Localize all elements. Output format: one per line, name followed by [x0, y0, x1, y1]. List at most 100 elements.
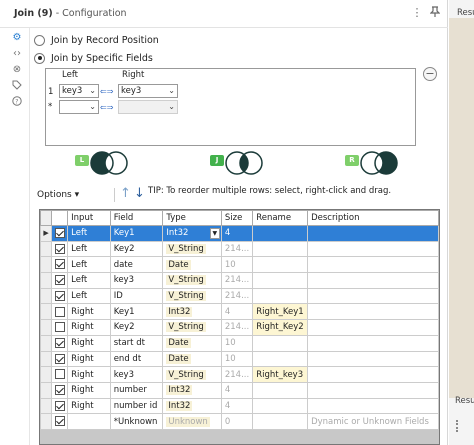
select-checkbox-cell[interactable]	[51, 397, 69, 415]
type-cell[interactable]: Int32	[162, 303, 222, 321]
select-checkbox[interactable]	[54, 322, 65, 333]
more-options-icon[interactable]: ⋮	[410, 6, 424, 20]
type-cell[interactable]: V_String	[162, 366, 222, 383]
row-pointer[interactable]	[40, 303, 53, 321]
column-header[interactable]: Size	[220, 210, 254, 226]
column-header[interactable]: Rename	[252, 210, 309, 226]
tag-icon[interactable]	[11, 80, 23, 92]
type-cell[interactable]: V_String	[162, 287, 222, 305]
select-checkbox-cell[interactable]	[51, 319, 69, 336]
description-cell[interactable]	[307, 272, 439, 289]
table-row[interactable]: Right number Int32 4	[40, 381, 439, 399]
size-cell[interactable]: 214...	[220, 319, 254, 336]
table-row[interactable]: Right Key1 Int32 4 Right_Key1	[40, 303, 439, 321]
select-checkbox[interactable]	[54, 290, 65, 301]
rename-cell[interactable]	[252, 397, 309, 415]
join-by-fields-radio[interactable]: Join by Specific Fields	[34, 51, 153, 65]
rename-cell[interactable]: Right_key3	[252, 366, 309, 383]
select-checkbox-cell[interactable]	[51, 366, 69, 383]
radio-indicator[interactable]	[34, 34, 45, 46]
rename-cell[interactable]	[252, 334, 309, 352]
row-pointer[interactable]	[40, 256, 53, 274]
select-checkbox[interactable]	[54, 275, 65, 286]
type-cell[interactable]: Int32	[162, 397, 222, 415]
description-cell[interactable]	[307, 334, 439, 352]
rename-cell[interactable]	[252, 240, 309, 258]
size-cell[interactable]: 10	[220, 350, 254, 368]
row-pointer[interactable]	[40, 413, 53, 430]
select-checkbox-cell[interactable]	[51, 381, 69, 399]
select-checkbox-cell[interactable]	[51, 334, 69, 352]
size-cell[interactable]: 4	[220, 381, 254, 399]
table-row[interactable]: Right start dt Date 10	[40, 334, 439, 352]
description-cell[interactable]	[307, 256, 439, 274]
type-cell[interactable]: Date	[162, 334, 222, 352]
pin-icon[interactable]	[428, 6, 442, 20]
row-pointer[interactable]	[40, 240, 53, 258]
select-checkbox[interactable]	[54, 369, 65, 380]
rename-cell[interactable]: Right_Key2	[252, 319, 309, 336]
description-cell[interactable]	[307, 225, 439, 242]
column-header[interactable]: Input	[67, 210, 111, 226]
rename-cell[interactable]	[252, 272, 309, 289]
table-row[interactable]: ▶ Left Key1 Int32 ▼ 4	[40, 225, 439, 242]
select-checkbox-cell[interactable]	[51, 256, 69, 274]
description-cell[interactable]	[307, 366, 439, 383]
table-row[interactable]: Right number id Int32 4	[40, 397, 439, 415]
select-checkbox-cell[interactable]	[51, 272, 69, 289]
size-cell[interactable]: 4	[220, 397, 254, 415]
size-cell[interactable]: 214...	[220, 272, 254, 289]
size-cell[interactable]: 214...	[220, 366, 254, 383]
select-checkbox[interactable]	[54, 228, 65, 239]
column-header[interactable]: Description	[307, 210, 439, 226]
join-left-select[interactable]: key3 ⌄	[59, 84, 99, 98]
rename-cell[interactable]	[252, 413, 309, 430]
description-cell[interactable]	[307, 303, 439, 321]
column-header[interactable]: Field	[109, 210, 164, 226]
code-icon[interactable]: ‹›	[11, 48, 23, 60]
row-pointer[interactable]: ▶	[40, 225, 53, 242]
type-cell[interactable]: V_String	[162, 240, 222, 258]
select-checkbox-cell[interactable]	[51, 303, 69, 321]
row-pointer[interactable]	[40, 350, 53, 368]
join-left-select[interactable]: ⌄	[59, 100, 99, 114]
size-cell[interactable]: 10	[220, 334, 254, 352]
size-cell[interactable]: 4	[220, 303, 254, 321]
type-cell[interactable]: Date	[162, 256, 222, 274]
select-checkbox[interactable]	[54, 259, 65, 270]
select-checkbox-cell[interactable]	[51, 287, 69, 305]
table-row[interactable]: *Unknown Unknown 0 Dynamic or Unknown Field…	[40, 413, 439, 430]
rename-cell[interactable]: Right_Key1	[252, 303, 309, 321]
select-checkbox-cell[interactable]	[51, 413, 69, 430]
description-cell[interactable]	[307, 381, 439, 399]
table-row[interactable]: Left date Date 10	[40, 256, 439, 274]
join-by-position-radio[interactable]: Join by Record Position	[34, 33, 159, 47]
row-pointer[interactable]	[40, 334, 53, 352]
type-dropdown-icon[interactable]: ▼	[209, 228, 220, 239]
type-cell[interactable]: Int32 ▼	[162, 225, 222, 242]
select-checkbox[interactable]	[54, 306, 65, 317]
select-checkbox[interactable]	[54, 243, 65, 254]
row-pointer[interactable]	[40, 272, 53, 289]
table-row[interactable]: Left ID V_String 214...	[40, 287, 439, 305]
select-checkbox-cell[interactable]	[51, 225, 69, 242]
row-pointer[interactable]	[40, 366, 53, 383]
select-checkbox[interactable]	[54, 337, 65, 348]
size-cell[interactable]: 214...	[220, 287, 254, 305]
join-right-select[interactable]: key3 ⌄	[118, 84, 178, 98]
type-cell[interactable]: Int32	[162, 381, 222, 399]
row-pointer[interactable]	[40, 319, 53, 336]
row-pointer[interactable]	[40, 381, 53, 399]
description-cell[interactable]	[307, 350, 439, 368]
size-cell[interactable]: 10	[220, 256, 254, 274]
rename-cell[interactable]	[252, 256, 309, 274]
description-cell[interactable]: Dynamic or Unknown Fields	[307, 413, 439, 430]
size-cell[interactable]: 214...	[220, 240, 254, 258]
select-checkbox[interactable]	[54, 384, 65, 395]
table-row[interactable]: Left Key2 V_String 214...	[40, 240, 439, 258]
rename-cell[interactable]	[252, 381, 309, 399]
type-cell[interactable]: Date	[162, 350, 222, 368]
description-cell[interactable]	[307, 397, 439, 415]
table-row[interactable]: Right Key2 V_String 214... Right_Key2	[40, 319, 439, 336]
description-cell[interactable]	[307, 240, 439, 258]
